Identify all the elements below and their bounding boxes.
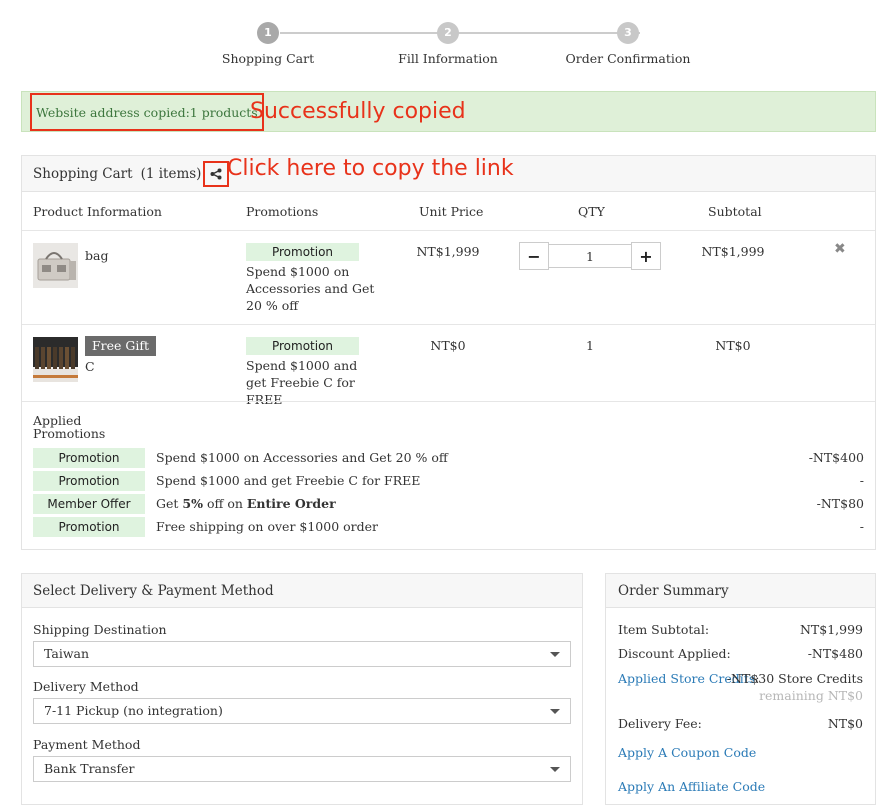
apply-affiliate-link[interactable]: Apply An Affiliate Code [618,779,765,794]
desc-bold: Entire Order [246,496,336,511]
step-shopping-cart: 1 Shopping Cart [198,22,338,66]
applied-promotion-amount: - [859,473,864,488]
order-summary-title: Order Summary [606,574,875,608]
divider [22,401,875,402]
summary-store-credits: Applied Store Credits: -NT$30 Store Cred… [618,671,863,686]
col-product-information: Product Information [33,204,162,219]
desc-text: Get [156,496,183,511]
payment-method-select[interactable]: Bank Transfer [33,756,571,782]
applied-promotion-row: Promotion Spend $1000 on Accessories and… [33,448,864,468]
delivery-panel-title: Select Delivery & Payment Method [22,574,582,608]
decrease-quantity-button[interactable]: − [519,242,549,270]
applied-promotion-row: Member Offer Get 5% off on Entire Order … [33,494,864,514]
summary-value: -NT$480 [807,646,863,661]
summary-label: Item Subtotal: [618,622,710,637]
caret-down-icon [550,709,560,714]
applied-promotion-amount: - [859,519,864,534]
annotation-successfully-copied: Successfully copied [250,99,466,124]
applied-promotion-desc: Free shipping on over $1000 order [156,519,379,534]
desc-text: off on [202,496,247,511]
checkout-stepper: 1 Shopping Cart 2 Fill Information 3 Ord… [210,22,710,72]
applied-promotion-desc: Spend $1000 and get Freebie C for FREE [156,473,421,488]
cart-item-count: (1 items) [140,165,202,182]
divider [22,324,875,325]
step-number: 2 [437,22,459,44]
step-label: Shopping Cart [221,51,315,66]
col-promotions: Promotions [246,204,319,219]
step-fill-information: 2 Fill Information [378,22,518,66]
promotion-description: Spend $1000 on Accessories and Get 20 % … [246,264,375,313]
quantity-stepper: − 1 + [519,242,661,270]
payment-method-label: Payment Method [33,737,141,752]
divider [22,230,875,231]
applied-promotion-desc: Spend $1000 on Accessories and Get 20 % … [156,450,448,465]
cart-title: Shopping Cart [33,165,133,182]
col-unit-price: Unit Price [419,204,484,219]
annotation-copy-link: Click here to copy the link [227,156,514,181]
applied-promotion-row: Promotion Free shipping on over $1000 or… [33,517,864,537]
applied-promotion-tag: Member Offer [33,494,145,514]
applied-promotion-row: Promotion Spend $1000 and get Freebie C … [33,471,864,491]
payment-method-value: Bank Transfer [44,761,135,776]
product-name[interactable]: C [85,359,95,374]
desc-bold: 5% [182,496,203,511]
remove-item-icon[interactable]: ✖ [834,241,846,257]
order-summary-panel: Order Summary Item Subtotal: NT$1,999 Di… [605,573,876,805]
applied-promotion-desc: Get 5% off on Entire Order [156,496,336,511]
share-cart-button[interactable] [203,160,230,187]
item-subtotal: NT$0 [715,338,751,353]
summary-item-subtotal: Item Subtotal: NT$1,999 [618,622,863,637]
product-thumbnail-freebie-c[interactable] [33,337,78,382]
applied-promotion-tag: Promotion [33,448,145,468]
applied-promotion-tag: Promotion [33,517,145,537]
increase-quantity-button[interactable]: + [631,242,661,270]
summary-label: Discount Applied: [618,646,731,661]
step-label: Order Confirmation [565,51,691,66]
promotion-tag: Promotion [246,337,359,355]
summary-discount: Discount Applied: -NT$480 [618,646,863,661]
summary-value: -NT$30 Store Credits [726,671,863,686]
step-number: 3 [617,22,639,44]
item-subtotal: NT$1,999 [701,244,765,259]
applied-promotion-tag: Promotion [33,471,145,491]
summary-coupon: Apply A Coupon Code [618,745,863,760]
summary-affiliate: Apply An Affiliate Code [618,779,863,794]
promotion-tag: Promotion [246,243,359,261]
product-name[interactable]: bag [85,248,108,263]
delivery-method-select[interactable]: 7-11 Pickup (no integration) [33,698,571,724]
shopping-cart-panel: Shopping Cart (1 items) Product Informat… [21,155,876,550]
applied-promotions-title: Applied Promotions [33,413,106,441]
free-gift-badge: Free Gift [85,336,157,356]
product-thumbnail-bag[interactable] [33,243,78,288]
applied-promotion-amount: -NT$400 [808,450,864,465]
applied-promotion-amount: -NT$80 [816,496,864,511]
shipping-destination-label: Shipping Destination [33,622,167,637]
col-subtotal: Subtotal [708,204,762,219]
unit-price: NT$0 [430,338,466,353]
summary-delivery-fee: Delivery Fee: NT$0 [618,716,863,731]
delivery-payment-panel: Select Delivery & Payment Method Shippin… [21,573,583,805]
unit-price: NT$1,999 [416,244,480,259]
summary-value: NT$1,999 [799,622,863,637]
caret-down-icon [550,767,560,772]
step-label: Fill Information [398,51,498,66]
shipping-destination-select[interactable]: Taiwan [33,641,571,667]
share-icon [210,168,222,179]
step-number: 1 [257,22,279,44]
step-order-confirmation: 3 Order Confirmation [558,22,698,66]
alert-message: Website address copied:1 products [30,93,264,131]
quantity-value: 1 [586,338,594,353]
apply-coupon-link[interactable]: Apply A Coupon Code [618,745,756,760]
shipping-destination-value: Taiwan [44,646,90,661]
summary-value: NT$0 [827,716,863,731]
credits-remaining: remaining NT$0 [759,688,863,703]
caret-down-icon [550,652,560,657]
quantity-input[interactable]: 1 [549,244,631,268]
delivery-method-value: 7-11 Pickup (no integration) [44,703,223,718]
delivery-method-label: Delivery Method [33,679,139,694]
summary-label: Delivery Fee: [618,716,702,731]
col-qty: QTY [578,204,605,219]
